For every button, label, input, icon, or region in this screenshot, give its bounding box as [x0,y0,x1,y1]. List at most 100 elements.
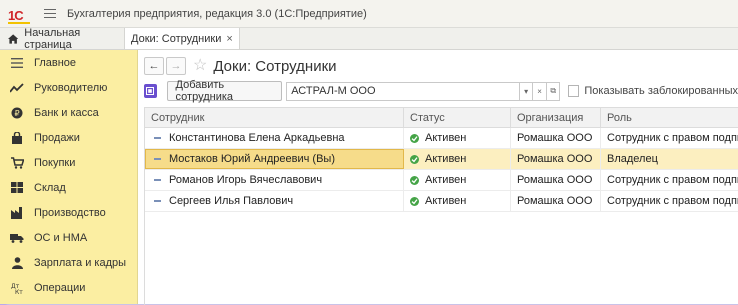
employee-name: Романов Игорь Вячеславович [169,174,323,186]
table-header: Сотрудник Статус Организация Роль [145,108,738,128]
sidebar-item-label: Производство [34,206,106,219]
column-header-employee[interactable]: Сотрудник [145,108,404,127]
cell-organization: Ромашка ООО [511,191,601,211]
employee-marker-icon [154,200,161,202]
employee-name: Сергеев Илья Павлович [169,195,294,207]
factory-icon [10,206,24,220]
tab-close-icon[interactable]: × [226,33,232,45]
table-row-selected[interactable]: Мостаков Юрий Андреевич (Вы) Активен Ром… [145,149,738,170]
sidebar-item-label: Склад [34,181,66,194]
tab-employees[interactable]: Доки: Сотрудники × [125,28,240,49]
sidebar-item-salary[interactable]: Зарплата и кадры [0,250,137,275]
sidebar-item-main[interactable]: Главное [0,50,137,75]
sidebar-item-label: Покупки [34,156,76,169]
cell-status: Активен [404,128,511,148]
cell-employee: Мостаков Юрий Андреевич (Вы) [145,149,404,169]
cell-organization: Ромашка ООО [511,170,601,190]
check-circle-icon [410,175,419,185]
check-circle-icon [410,133,419,143]
organization-clear-icon[interactable]: × [533,81,547,101]
cell-employee: Романов Игорь Вячеславович [145,170,404,190]
sidebar-item-bank[interactable]: ₽ Банк и касса [0,100,137,125]
sidebar-item-warehouse[interactable]: Склад [0,175,137,200]
logo-text: 1С [8,7,24,23]
sidebar-item-fixed-assets[interactable]: ОС и НМА [0,225,137,250]
table-row[interactable]: Романов Игорь Вячеславович Активен Ромаш… [145,170,738,191]
sidebar-item-label: Банк и касса [34,106,99,119]
favorite-star-icon[interactable]: ☆ [193,58,207,74]
tab-home-label: Начальная страница [24,26,81,51]
coin-icon: ₽ [10,106,24,120]
status-text: Активен [425,195,467,207]
cell-role: Владелец [607,153,658,165]
form-area: ← → ☆ Доки: Сотрудники Добавить сотрудни… [138,50,738,305]
svg-text:Кт: Кт [15,289,23,294]
add-employee-button[interactable]: Добавить сотрудника [166,79,283,103]
sidebar-item-director[interactable]: Руководителю [0,75,137,100]
check-circle-icon [410,154,419,164]
cell-organization: Ромашка ООО [511,149,601,169]
sidebar-item-operations[interactable]: Дт Кт Операции [0,275,137,300]
back-button[interactable]: ← [144,57,164,75]
table-row[interactable]: Сергеев Илья Павлович Активен Ромашка ОО… [145,191,738,212]
app-title: Бухгалтерия предприятия, редакция 3.0 (1… [67,7,367,20]
sidebar-item-label: Операции [34,281,86,294]
svg-text:₽: ₽ [14,109,19,118]
employee-marker-icon [154,137,161,139]
organization-field[interactable]: АСТРАЛ-М ООО [286,81,520,101]
organization-dropdown-icon[interactable]: ▾ [519,81,534,101]
menu-icon [146,87,155,95]
tab-home[interactable]: Начальная страница [0,26,125,51]
employee-marker-icon [154,179,161,181]
cell-employee: Сергеев Илья Павлович [145,191,404,211]
sidebar-item-label: Главное [34,56,77,69]
title-bar: 1С Бухгалтерия предприятия, редакция 3.0… [0,0,738,28]
bag-icon [10,131,24,145]
employee-name: Мостаков Юрий Андреевич (Вы) [169,153,335,165]
menu-lines-icon [10,56,24,70]
cell-status: Активен [404,149,511,169]
truck-icon [10,231,24,245]
tab-employees-label: Доки: Сотрудники [131,32,222,45]
cell-status: Активен [404,170,511,190]
show-blocked-label: Показывать заблокированных [584,85,738,97]
sidebar-item-label: Продажи [34,131,80,144]
cell-role: Сотрудник с правом подписи [607,132,738,144]
form-header: ← → ☆ Доки: Сотрудники [144,56,337,76]
sidebar-item-purchases[interactable]: Покупки [0,150,137,175]
sidebar-item-production[interactable]: Производство [0,200,137,225]
cell-role: Сотрудник с правом подписи [607,195,738,207]
tabs-bar: Начальная страница Доки: Сотрудники × [0,26,738,51]
operations-icon: Дт Кт [10,281,24,295]
column-header-organization[interactable]: Организация [511,108,601,127]
check-circle-icon [410,196,419,206]
cart-icon [10,156,24,170]
warehouse-icon [10,181,24,195]
column-header-role[interactable]: Роль [601,108,738,127]
logo-underline [8,21,30,24]
column-header-status[interactable]: Статус [404,108,511,127]
cell-status: Активен [404,191,511,211]
trend-icon [10,81,24,95]
employee-name: Константинова Елена Аркадьевна [169,132,345,144]
forward-button[interactable]: → [166,57,186,75]
show-blocked-checkbox[interactable] [568,85,580,97]
cell-employee: Константинова Елена Аркадьевна [145,128,404,148]
toolbar: Добавить сотрудника АСТРАЛ-М ООО ▾ × ⧉ П… [144,79,738,103]
sidebar-item-label: Зарплата и кадры [34,256,127,269]
person-icon [10,256,24,270]
organization-open-icon[interactable]: ⧉ [546,81,561,101]
sidebar-item-label: ОС и НМА [34,231,88,244]
app-window: 1С Бухгалтерия предприятия, редакция 3.0… [0,0,738,305]
more-menu-button[interactable] [144,84,157,98]
employee-marker-icon [154,158,161,160]
table-row[interactable]: Константинова Елена Аркадьевна Активен Р… [145,128,738,149]
status-text: Активен [425,132,467,144]
1c-logo[interactable]: 1С [8,7,30,24]
cell-organization: Ромашка ООО [511,128,601,148]
hamburger-menu-icon[interactable] [44,9,56,18]
home-icon [8,33,19,44]
cell-role: Сотрудник с правом подписи [607,174,738,186]
sidebar-item-sales[interactable]: Продажи [0,125,137,150]
status-text: Активен [425,174,467,186]
